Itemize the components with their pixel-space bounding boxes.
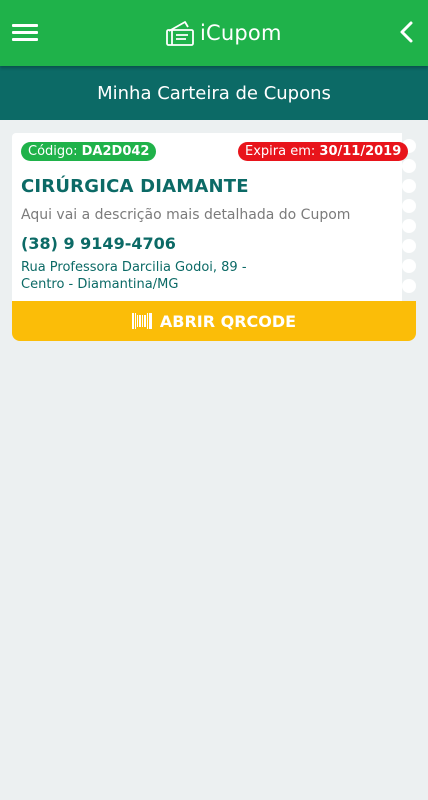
address-line-1: Rua Professora Darcilia Godoi, 89 -: [21, 260, 247, 275]
coupon-code-label: Código:: [28, 144, 78, 159]
coupon-expiry-value: 30/11/2019: [319, 144, 402, 159]
coupon-body: Código: DA2D042 Expira em: 30/11/2019 CI…: [12, 133, 416, 301]
app-name: iCupom: [200, 21, 282, 45]
page-title: Minha Carteira de Cupons: [97, 82, 331, 104]
coupon-expiry-label: Expira em:: [245, 144, 316, 159]
store-name: CIRÚRGICA DIAMANTE: [21, 176, 249, 197]
ticket-logo-icon: [166, 21, 194, 46]
barcode-icon: [131, 313, 152, 329]
coupon-description: Aqui vai a descrição mais detalhada do C…: [21, 207, 351, 223]
coupon-expiry-badge: Expira em: 30/11/2019: [238, 142, 409, 161]
open-qrcode-button[interactable]: ABRIR QRCODE: [12, 301, 416, 341]
menu-button[interactable]: [12, 22, 38, 44]
app-brand: iCupom: [164, 17, 282, 49]
address-line-2: Centro - Diamantina/MG: [21, 277, 179, 292]
page-title-bar: Minha Carteira de Cupons: [0, 66, 428, 120]
coupon-card: Código: DA2D042 Expira em: 30/11/2019 CI…: [12, 133, 416, 341]
store-address: Rua Professora Darcilia Godoi, 89 - Cent…: [21, 259, 247, 293]
store-phone[interactable]: (38) 9 9149-4706: [21, 234, 176, 253]
coupon-code-badge: Código: DA2D042: [21, 142, 157, 161]
app-bar: iCupom: [0, 0, 428, 66]
open-qrcode-label: ABRIR QRCODE: [159, 311, 297, 331]
back-button[interactable]: [396, 20, 416, 44]
chevron-left-icon: [400, 21, 413, 43]
hamburger-menu-icon: [12, 24, 38, 27]
coupon-code-value: DA2D042: [81, 144, 150, 159]
